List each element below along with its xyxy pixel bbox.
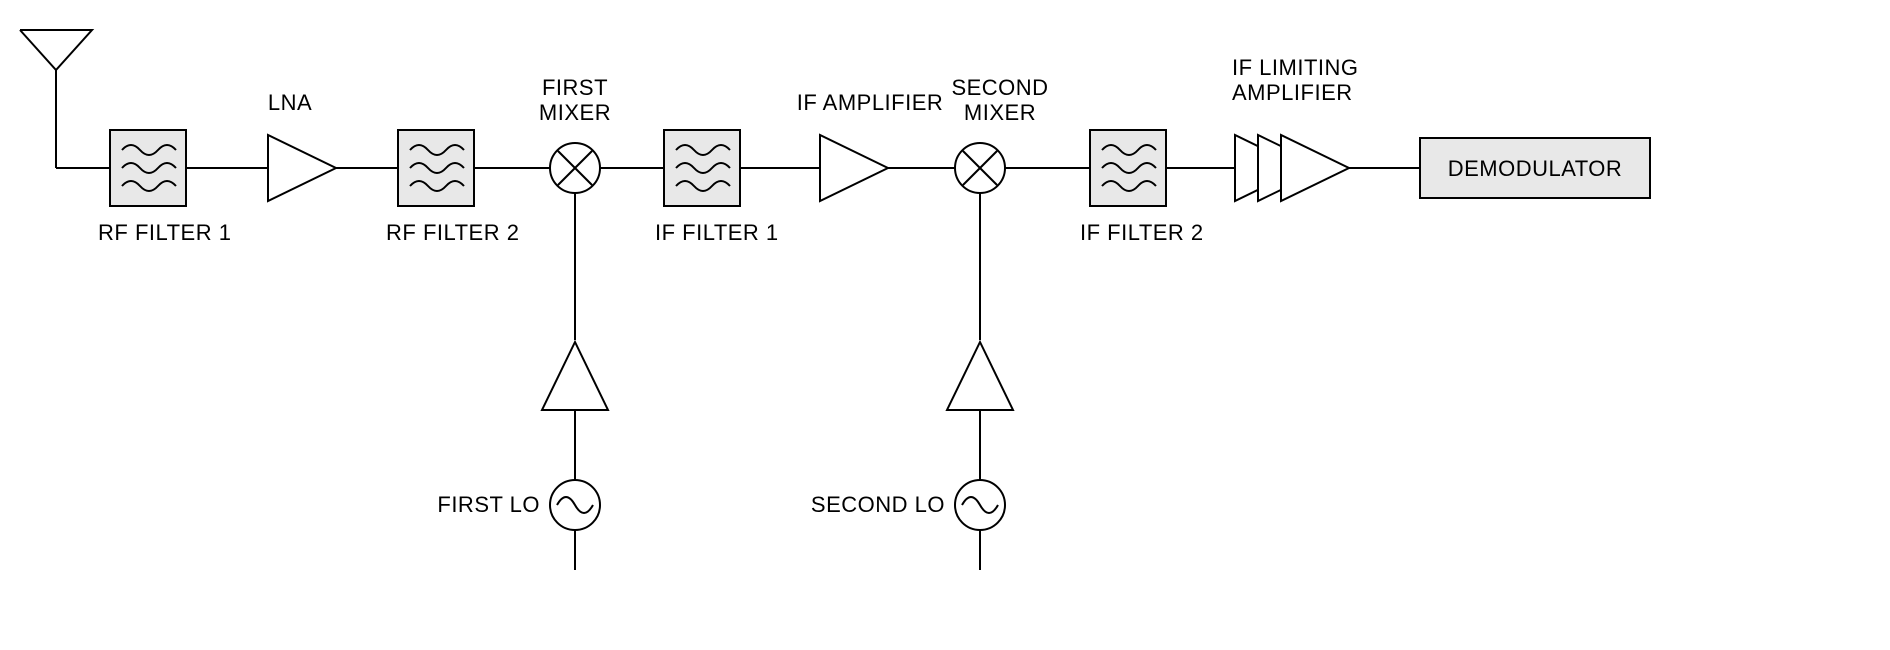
first-mixer-label-1: FIRST [542,75,608,100]
rf-filter-1-label: RF FILTER 1 [98,220,231,245]
lna: LNA [268,90,336,201]
demodulator-label: DEMODULATOR [1448,156,1623,181]
if-filter-2: IF FILTER 2 [1080,130,1204,245]
lna-label: LNA [268,90,312,115]
if-amplifier: IF AMPLIFIER [797,90,944,201]
second-mixer-label-1: SECOND [951,75,1048,100]
demodulator: DEMODULATOR [1420,138,1650,198]
first-mixer-label-2: MIXER [539,100,611,125]
second-mixer: SECOND MIXER [951,75,1048,193]
if-filter-1-label: IF FILTER 1 [655,220,779,245]
rf-filter-2: RF FILTER 2 [386,130,519,245]
if-limiting-amp-label-1: IF LIMITING [1232,55,1359,80]
second-mixer-label-2: MIXER [964,100,1036,125]
rf-filter-2-label: RF FILTER 2 [386,220,519,245]
if-limiting-amp-label-2: AMPLIFIER [1232,80,1353,105]
first-lo-chain: FIRST LO [437,193,608,570]
if-filter-2-label: IF FILTER 2 [1080,220,1204,245]
receiver-block-diagram: RF FILTER 1 LNA RF FILTER 2 FIRST MIXER … [0,0,1890,650]
second-lo-chain: SECOND LO [811,193,1013,570]
antenna [20,30,92,168]
first-lo-label: FIRST LO [437,492,540,517]
if-amplifier-label: IF AMPLIFIER [797,90,944,115]
if-limiting-amplifier: IF LIMITING AMPLIFIER [1232,55,1359,201]
if-filter-1: IF FILTER 1 [655,130,779,245]
first-mixer: FIRST MIXER [539,75,611,193]
second-lo-label: SECOND LO [811,492,945,517]
rf-filter-1: RF FILTER 1 [98,130,231,245]
